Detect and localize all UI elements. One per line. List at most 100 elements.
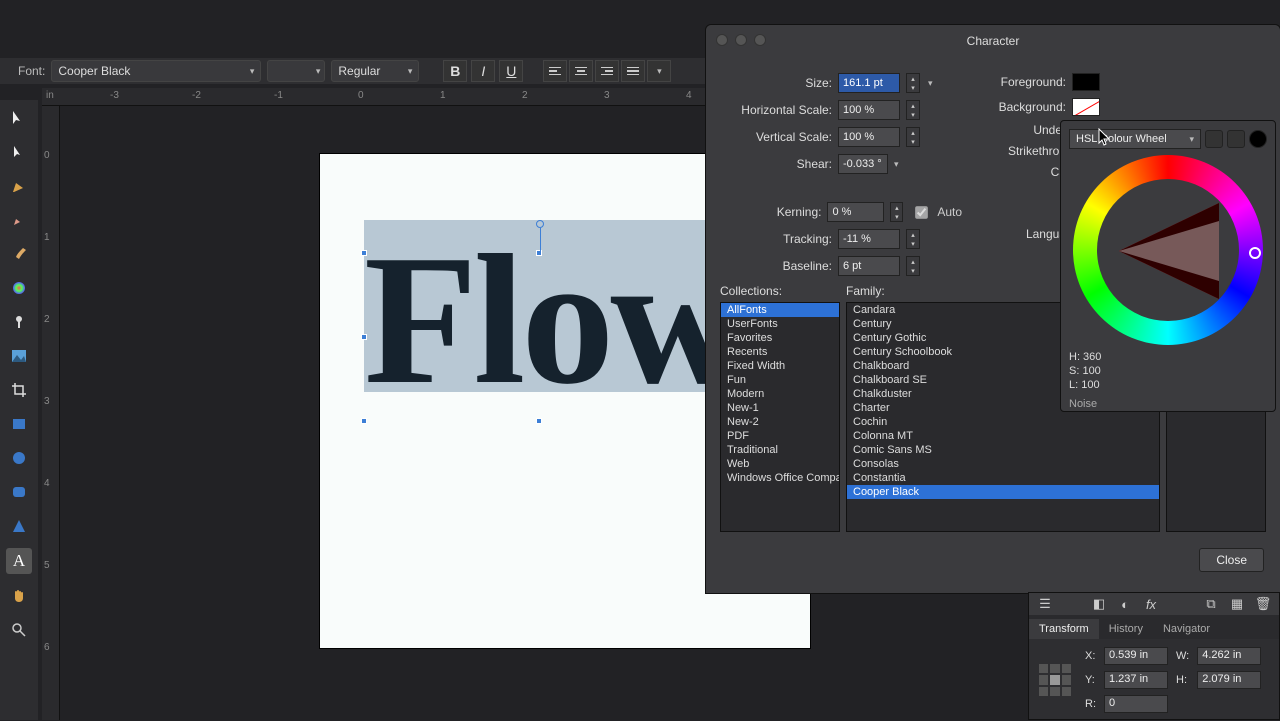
family-item[interactable]: Consolas: [847, 457, 1159, 471]
triangle-tool[interactable]: [7, 514, 31, 538]
rounded-rect-tool[interactable]: [7, 480, 31, 504]
kerning-input[interactable]: 0 %: [827, 202, 884, 222]
tracking-stepper[interactable]: ▴▾: [906, 229, 920, 249]
italic-button[interactable]: I: [471, 60, 495, 82]
trash-icon[interactable]: 🗑: [1255, 596, 1271, 612]
size-input[interactable]: 161.1 pt: [838, 73, 900, 93]
family-item[interactable]: Cochin: [847, 415, 1159, 429]
move-tool[interactable]: [7, 106, 31, 130]
current-color-swatch[interactable]: [1249, 130, 1267, 148]
collection-item[interactable]: UserFonts: [721, 317, 839, 331]
place-image-tool[interactable]: [7, 344, 31, 368]
artistic-text-frame[interactable]: Flow: [364, 220, 764, 392]
font-weight-select[interactable]: Regular ▾: [331, 60, 419, 82]
baseline-stepper[interactable]: ▴▾: [906, 256, 920, 276]
tab-transform[interactable]: Transform: [1029, 619, 1099, 639]
pan-tool[interactable]: [7, 584, 31, 608]
color-popover: HSL Colour Wheel▾ H: 360 S: 100 L: 100 N…: [1060, 120, 1276, 412]
align-left-button[interactable]: [543, 60, 567, 82]
selection-handle[interactable]: [361, 334, 367, 340]
selection-handle[interactable]: [361, 250, 367, 256]
zoom-window-button[interactable]: [754, 34, 766, 46]
rectangle-tool[interactable]: [7, 412, 31, 436]
font-label: Font:: [18, 64, 45, 78]
x-input[interactable]: 0.539 in: [1104, 647, 1168, 665]
fill-tool[interactable]: [7, 276, 31, 300]
pen-tool[interactable]: [7, 174, 31, 198]
baseline-input[interactable]: 6 pt: [838, 256, 900, 276]
color-mode-select[interactable]: HSL Colour Wheel▾: [1069, 129, 1201, 149]
text-tool[interactable]: A: [6, 548, 32, 574]
family-item[interactable]: Cooper Black: [847, 485, 1159, 499]
anchor-picker[interactable]: [1039, 664, 1071, 696]
collection-item[interactable]: Modern: [721, 387, 839, 401]
align-justify-button[interactable]: [621, 60, 645, 82]
crop-tool[interactable]: [7, 378, 31, 402]
family-item[interactable]: Comic Sans MS: [847, 443, 1159, 457]
mask-icon[interactable]: ◧: [1091, 596, 1107, 612]
tracking-input[interactable]: -11 %: [838, 229, 900, 249]
selection-handle[interactable]: [536, 250, 542, 256]
collection-item[interactable]: AllFonts: [721, 303, 839, 317]
tab-history[interactable]: History: [1099, 619, 1153, 639]
selection-handle[interactable]: [536, 418, 542, 424]
w-input[interactable]: 4.262 in: [1197, 647, 1261, 665]
r-input[interactable]: 0: [1104, 695, 1168, 713]
pencil-tool[interactable]: [7, 208, 31, 232]
h-input[interactable]: 2.079 in: [1197, 671, 1261, 689]
selection-handle[interactable]: [361, 418, 367, 424]
hscale-stepper[interactable]: ▴▾: [906, 100, 920, 120]
vscale-input[interactable]: 100 %: [838, 127, 900, 147]
panel-titlebar[interactable]: Character: [706, 25, 1280, 57]
hsl-wheel[interactable]: [1073, 155, 1263, 345]
font-size-select[interactable]: ▾: [267, 60, 325, 82]
collection-item[interactable]: New-1: [721, 401, 839, 415]
shear-input[interactable]: -0.033 °: [838, 154, 888, 174]
collection-item[interactable]: Fixed Width: [721, 359, 839, 373]
background-swatch[interactable]: [1072, 98, 1100, 116]
align-right-button[interactable]: [595, 60, 619, 82]
eyedropper-tool[interactable]: [7, 310, 31, 334]
collection-item[interactable]: New-2: [721, 415, 839, 429]
node-tool[interactable]: [7, 140, 31, 164]
minimize-window-button[interactable]: [735, 34, 747, 46]
bold-button[interactable]: B: [443, 60, 467, 82]
brush-tool[interactable]: [7, 242, 31, 266]
eyedropper-icon[interactable]: [1227, 130, 1245, 148]
y-input[interactable]: 1.237 in: [1104, 671, 1168, 689]
ellipse-tool[interactable]: [7, 446, 31, 470]
underline-button[interactable]: U: [499, 60, 523, 82]
hue-marker[interactable]: [1249, 247, 1261, 259]
rotation-handle[interactable]: [536, 220, 544, 228]
collection-item[interactable]: Web: [721, 457, 839, 471]
family-item[interactable]: Colonna MT: [847, 429, 1159, 443]
collection-item[interactable]: Windows Office Compat: [721, 471, 839, 485]
layers-icon[interactable]: ☰: [1037, 596, 1053, 612]
collection-item[interactable]: Fun: [721, 373, 839, 387]
vscale-stepper[interactable]: ▴▾: [906, 127, 920, 147]
kerning-auto-checkbox[interactable]: [915, 206, 928, 219]
hscale-input[interactable]: 100 %: [838, 100, 900, 120]
close-window-button[interactable]: [716, 34, 728, 46]
font-family-select[interactable]: Cooper Black ▾: [51, 60, 261, 82]
add-icon[interactable]: ▦: [1229, 596, 1245, 612]
collections-list[interactable]: AllFontsUserFontsFavoritesRecentsFixed W…: [720, 302, 840, 532]
foreground-swatch[interactable]: [1072, 73, 1100, 91]
size-stepper[interactable]: ▴▾: [906, 73, 920, 93]
tab-navigator[interactable]: Navigator: [1153, 619, 1220, 639]
align-more-button[interactable]: ▾: [647, 60, 671, 82]
color-none-icon[interactable]: [1205, 130, 1223, 148]
fx-icon[interactable]: fx: [1143, 596, 1159, 612]
collection-item[interactable]: PDF: [721, 429, 839, 443]
zoom-tool[interactable]: [7, 618, 31, 642]
collection-item[interactable]: Traditional: [721, 443, 839, 457]
family-item[interactable]: Constantia: [847, 471, 1159, 485]
collection-item[interactable]: Recents: [721, 345, 839, 359]
kerning-stepper[interactable]: ▴▾: [890, 202, 903, 222]
copy-icon[interactable]: ⧉: [1203, 596, 1219, 612]
collection-item[interactable]: Favorites: [721, 331, 839, 345]
adjust-icon[interactable]: ◐: [1117, 596, 1133, 612]
close-button[interactable]: Close: [1199, 548, 1264, 572]
chevron-down-icon: ▾: [250, 66, 255, 77]
align-center-button[interactable]: [569, 60, 593, 82]
